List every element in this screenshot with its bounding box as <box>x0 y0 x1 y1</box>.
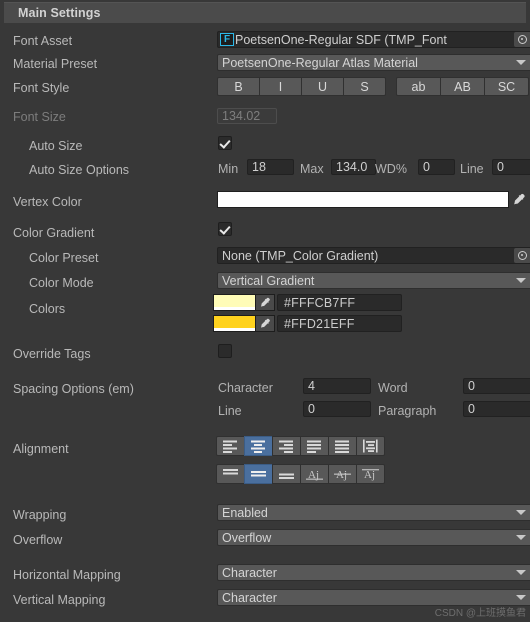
overflow-value: Overflow <box>222 530 272 545</box>
override-tags-checkbox[interactable] <box>218 344 232 358</box>
align-center-button[interactable] <box>244 436 273 456</box>
vertical-mapping-label: Vertical Mapping <box>13 593 106 607</box>
color-preset-field[interactable]: None (TMP_Color Gradient) <box>217 247 530 264</box>
spacing-character-label: Character <box>218 381 273 395</box>
font-size-label: Font Size <box>13 110 66 124</box>
auto-size-checkbox[interactable] <box>218 136 232 150</box>
colors-label: Colors <box>29 302 66 316</box>
eyedropper-icon[interactable] <box>511 191 528 208</box>
font-style-group-b: ab AB SC <box>396 77 529 96</box>
auto-size-min-field[interactable]: 18 <box>247 159 294 175</box>
chevron-down-icon <box>516 570 526 575</box>
font-asset-icon: F <box>220 33 234 46</box>
chevron-down-icon <box>516 60 526 65</box>
font-style-uppercase-button[interactable]: AB <box>440 77 485 96</box>
font-asset-value: PoetsenOne-Regular SDF (TMP_Font <box>235 32 447 47</box>
auto-size-wd-field[interactable]: 0 <box>418 159 455 175</box>
color-gradient-label: Color Gradient <box>13 226 95 240</box>
alignment-label: Alignment <box>13 442 69 456</box>
material-preset-dropdown[interactable]: PoetsenOne-Regular Atlas Material <box>217 54 530 71</box>
inspector-panel: Main Settings Font Asset F PoetsenOne-Re… <box>0 0 530 622</box>
overflow-label: Overflow <box>13 533 63 547</box>
svg-text:Aj: Aj <box>364 469 375 481</box>
watermark: CSDN @上班摸鱼君 <box>434 608 526 619</box>
font-size-field: 134.02 <box>217 108 277 124</box>
color-preset-label: Color Preset <box>29 251 99 265</box>
spacing-line-field[interactable]: 0 <box>303 401 371 417</box>
align-flush-button[interactable] <box>328 436 357 456</box>
font-style-label: Font Style <box>13 81 70 95</box>
spacing-word-field[interactable]: 0 <box>463 378 530 394</box>
spacing-word-label: Word <box>378 381 408 395</box>
font-style-smallcaps-button[interactable]: SC <box>484 77 529 96</box>
align-geometry-center-button[interactable] <box>356 436 385 456</box>
align-baseline-button[interactable]: Aj <box>300 464 329 484</box>
vertical-alignment-group: Aj Aj Aj <box>216 464 385 484</box>
svg-text:Aj: Aj <box>336 469 347 481</box>
wrapping-dropdown[interactable]: Enabled <box>217 504 530 521</box>
auto-size-max-field[interactable]: 134.0 <box>331 159 376 175</box>
object-picker-icon[interactable] <box>514 248 530 263</box>
spacing-options-label: Spacing Options (em) <box>13 382 134 396</box>
chevron-down-icon <box>516 278 526 283</box>
align-left-button[interactable] <box>216 436 245 456</box>
material-preset-label: Material Preset <box>13 57 98 71</box>
font-asset-label: Font Asset <box>13 34 73 48</box>
color-mode-value: Vertical Gradient <box>222 273 315 288</box>
vertical-mapping-value: Character <box>222 590 277 605</box>
main-settings-header[interactable]: Main Settings <box>4 2 526 23</box>
font-style-bold-button[interactable]: B <box>217 77 260 96</box>
color-mode-label: Color Mode <box>29 276 94 290</box>
auto-size-max-label: Max <box>300 162 324 176</box>
chevron-down-icon <box>516 510 526 515</box>
color-mode-dropdown[interactable]: Vertical Gradient <box>217 272 530 289</box>
spacing-character-field[interactable]: 4 <box>303 378 371 394</box>
font-style-group-a: B I U S <box>217 77 386 96</box>
overflow-dropdown[interactable]: Overflow <box>217 529 530 546</box>
eyedropper-icon[interactable] <box>255 294 275 311</box>
font-style-underline-button[interactable]: U <box>301 77 344 96</box>
override-tags-label: Override Tags <box>13 347 91 361</box>
auto-size-line-field[interactable]: 0 <box>492 159 530 175</box>
material-preset-value: PoetsenOne-Regular Atlas Material <box>222 55 418 70</box>
chevron-down-icon <box>516 595 526 600</box>
align-top-button[interactable] <box>216 464 245 484</box>
auto-size-options-label: Auto Size Options <box>29 163 130 177</box>
align-justified-button[interactable] <box>300 436 329 456</box>
align-midline-button[interactable]: Aj <box>328 464 357 484</box>
horizontal-alignment-group <box>216 436 385 456</box>
align-bottom-button[interactable] <box>272 464 301 484</box>
horizontal-mapping-dropdown[interactable]: Character <box>217 564 530 581</box>
eyedropper-icon[interactable] <box>255 315 275 332</box>
horizontal-mapping-label: Horizontal Mapping <box>13 568 121 582</box>
gradient-hex-field-top[interactable]: #FFFCB7FF <box>277 294 402 311</box>
font-asset-field[interactable]: F PoetsenOne-Regular SDF (TMP_Font <box>217 31 530 48</box>
font-style-italic-button[interactable]: I <box>259 77 302 96</box>
gradient-color-swatch-bottom[interactable] <box>213 315 256 332</box>
vertex-color-swatch[interactable] <box>217 191 509 208</box>
align-right-button[interactable] <box>272 436 301 456</box>
gradient-color-swatch-top[interactable] <box>213 294 256 311</box>
wrapping-value: Enabled <box>222 505 268 520</box>
spacing-line-label: Line <box>218 404 242 418</box>
color-gradient-checkbox[interactable] <box>218 222 232 236</box>
gradient-hex-field-bottom[interactable]: #FFD21EFF <box>277 315 402 332</box>
auto-size-wd-label: WD% <box>375 162 407 176</box>
font-style-lowercase-button[interactable]: ab <box>396 77 441 96</box>
auto-size-line-label: Line <box>460 162 484 176</box>
spacing-paragraph-label: Paragraph <box>378 404 437 418</box>
horizontal-mapping-value: Character <box>222 565 277 580</box>
font-style-strikethrough-button[interactable]: S <box>343 77 386 96</box>
vertex-color-label: Vertex Color <box>13 195 82 209</box>
align-capline-button[interactable]: Aj <box>356 464 385 484</box>
auto-size-min-label: Min <box>218 162 239 176</box>
object-picker-icon[interactable] <box>514 32 530 47</box>
wrapping-label: Wrapping <box>13 508 67 522</box>
auto-size-label: Auto Size <box>29 139 83 153</box>
page-title: Main Settings <box>18 6 101 20</box>
color-preset-value: None (TMP_Color Gradient) <box>222 248 379 263</box>
chevron-down-icon <box>516 535 526 540</box>
align-middle-button[interactable] <box>244 464 273 484</box>
spacing-paragraph-field[interactable]: 0 <box>463 401 530 417</box>
